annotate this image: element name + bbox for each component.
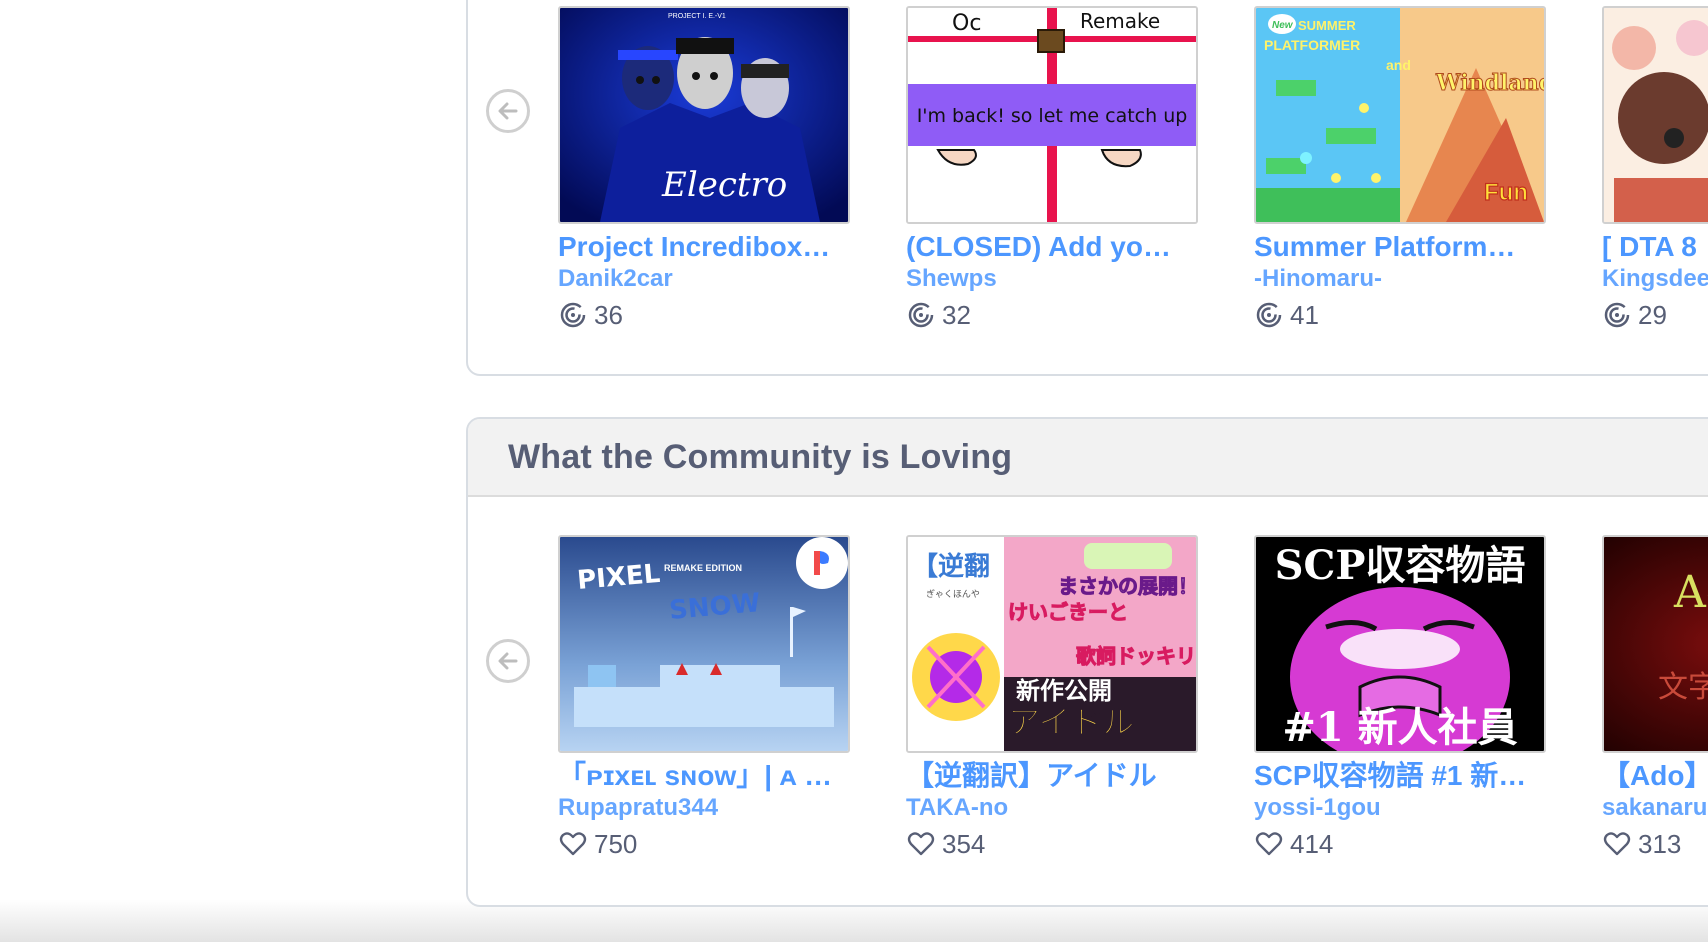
thumb-subtext: PROJECT I. E.-V1 — [668, 13, 726, 20]
remix-icon — [908, 302, 934, 328]
page: PROJECT I. E.-V1 Electro Project Incredi… — [0, 0, 1708, 942]
thumb-banner: I'm back! so let me catch up — [917, 105, 1188, 127]
heart-icon — [1603, 832, 1631, 856]
thumb-line4: 新作公開 — [1016, 677, 1112, 705]
project-thumbnail[interactable]: SCP収容物語 #1 新人社員 — [1254, 535, 1546, 753]
thumb-bracket: 【逆翻 — [912, 551, 990, 582]
thumb-line2: PLATFORMER — [1264, 37, 1360, 53]
project-title[interactable]: Project Incredibox… — [558, 230, 850, 264]
thumb-line1: まさかの展開！？ — [1058, 574, 1196, 598]
project-card: Oc Remake I'm back! so let me catch up (… — [906, 6, 1198, 330]
project-title[interactable]: Summer Platform… — [1254, 230, 1546, 264]
thumb-line2: けいごきーと — [1008, 600, 1128, 624]
thumb-line1: SUMMER — [1298, 18, 1356, 33]
project-thumbnail[interactable]: PROJECT I. E.-V1 Electro — [558, 6, 850, 224]
thumb-right-label: Remake — [1080, 9, 1160, 33]
thumb-bottom: #1 新人社員 — [1282, 704, 1517, 751]
love-count: 313 — [1638, 829, 1682, 859]
project-author[interactable]: Kingsdee — [1602, 264, 1708, 294]
heart-icon — [1255, 832, 1283, 856]
project-title[interactable]: 「ᴘɪxᴇʟ sɴᴏᴡ」| ᴀ … — [558, 759, 850, 793]
thumb-and: and — [1386, 57, 1411, 73]
love-count: 354 — [942, 829, 986, 859]
project-thumbnail[interactable]: Oc Remake I'm back! so let me catch up — [906, 6, 1198, 224]
thumb-sub: 文字 — [1658, 670, 1708, 705]
project-card: [ DTA 8 Kingsdee 29 — [1602, 6, 1708, 330]
project-card: Ad 文字 【Ado】 sakanaru 313 — [1602, 535, 1708, 859]
remix-icon — [1604, 302, 1630, 328]
project-author[interactable]: Danik2car — [558, 264, 850, 294]
carousel-prev-button[interactable] — [486, 89, 530, 133]
project-card: PIXEL REMAKE EDITION SNOW 「ᴘɪxᴇʟ sɴᴏᴡ」| … — [558, 535, 850, 859]
love-stat: 354 — [906, 829, 1198, 859]
thumb-windland: Windland — [1435, 70, 1544, 96]
arrow-left-icon — [498, 102, 518, 120]
thumb-line3: 歌詞ドッキリ — [1076, 644, 1196, 668]
thumb-text: Electro — [661, 165, 787, 205]
remix-count: 36 — [594, 300, 623, 330]
love-stat: 750 — [558, 829, 850, 859]
thumb-line5: アイドル — [1008, 703, 1134, 741]
thumb-kana: ぎゃくほんや — [926, 588, 980, 600]
project-author[interactable]: sakanaru — [1602, 793, 1708, 823]
project-author[interactable]: -Hinomaru- — [1254, 264, 1546, 294]
remix-icon — [1256, 302, 1282, 328]
remix-stat: 41 — [1254, 300, 1546, 330]
thumb-top: SCP収容物語 — [1275, 542, 1526, 589]
section-title: What the Community is Loving — [508, 438, 1013, 476]
project-title[interactable]: SCP収容物語 #1 新… — [1254, 759, 1546, 793]
project-author[interactable]: Shewps — [906, 264, 1198, 294]
project-title[interactable]: 【逆翻訳】アイドル — [906, 759, 1198, 793]
remix-stat: 29 — [1602, 300, 1708, 330]
heart-icon — [907, 832, 935, 856]
project-author[interactable]: Rupapratu344 — [558, 793, 850, 823]
project-thumbnail[interactable]: PIXEL REMAKE EDITION SNOW — [558, 535, 850, 753]
arrow-left-icon — [498, 652, 518, 670]
love-count: 750 — [594, 829, 638, 859]
project-thumbnail[interactable]: 【逆翻 ぎゃくほんや まさかの展開！？ けいごきーと 歌詞ドッキリ 新作公開 ア… — [906, 535, 1198, 753]
box-header: What the Community is Loving — [468, 419, 1708, 497]
project-author[interactable]: yossi-1gou — [1254, 793, 1546, 823]
love-stat: 313 — [1602, 829, 1708, 859]
remix-count: 32 — [942, 300, 971, 330]
project-card: PROJECT I. E.-V1 Electro Project Incredi… — [558, 6, 850, 330]
featured-carousel-box: PROJECT I. E.-V1 Electro Project Incredi… — [466, 0, 1708, 376]
remix-count: 41 — [1290, 300, 1319, 330]
remix-icon — [560, 302, 586, 328]
project-card: 【逆翻 ぎゃくほんや まさかの展開！？ けいごきーと 歌詞ドッキリ 新作公開 ア… — [906, 535, 1198, 859]
project-thumbnail[interactable] — [1602, 6, 1708, 224]
community-loving-box: What the Community is Loving PIXEL REMAK… — [466, 417, 1708, 907]
thumb-left-label: Oc — [952, 11, 981, 36]
love-stat: 414 — [1254, 829, 1546, 859]
remix-stat: 32 — [906, 300, 1198, 330]
thumb-text: Ad — [1673, 567, 1708, 618]
project-thumbnail[interactable]: Ad 文字 — [1602, 535, 1708, 753]
project-title[interactable]: (CLOSED) Add yo… — [906, 230, 1198, 264]
thumb-edition: REMAKE EDITION — [664, 563, 742, 573]
project-author[interactable]: TAKA-no — [906, 793, 1198, 823]
carousel-prev-button[interactable] — [486, 639, 530, 683]
project-card: SCP収容物語 #1 新人社員 SCP収容物語 #1 新… yossi-1gou… — [1254, 535, 1546, 859]
thumb-badge: New — [1272, 20, 1294, 31]
project-title[interactable]: [ DTA 8 — [1602, 230, 1708, 264]
project-card: New SUMMER PLATFORMER and Windland Fun S… — [1254, 6, 1546, 330]
love-count: 414 — [1290, 829, 1334, 859]
thumb-fun: Fun — [1484, 179, 1528, 206]
project-thumbnail[interactable]: New SUMMER PLATFORMER and Windland Fun — [1254, 6, 1546, 224]
remix-stat: 36 — [558, 300, 850, 330]
project-title[interactable]: 【Ado】 — [1602, 759, 1708, 793]
remix-count: 29 — [1638, 300, 1667, 330]
heart-icon — [559, 832, 587, 856]
